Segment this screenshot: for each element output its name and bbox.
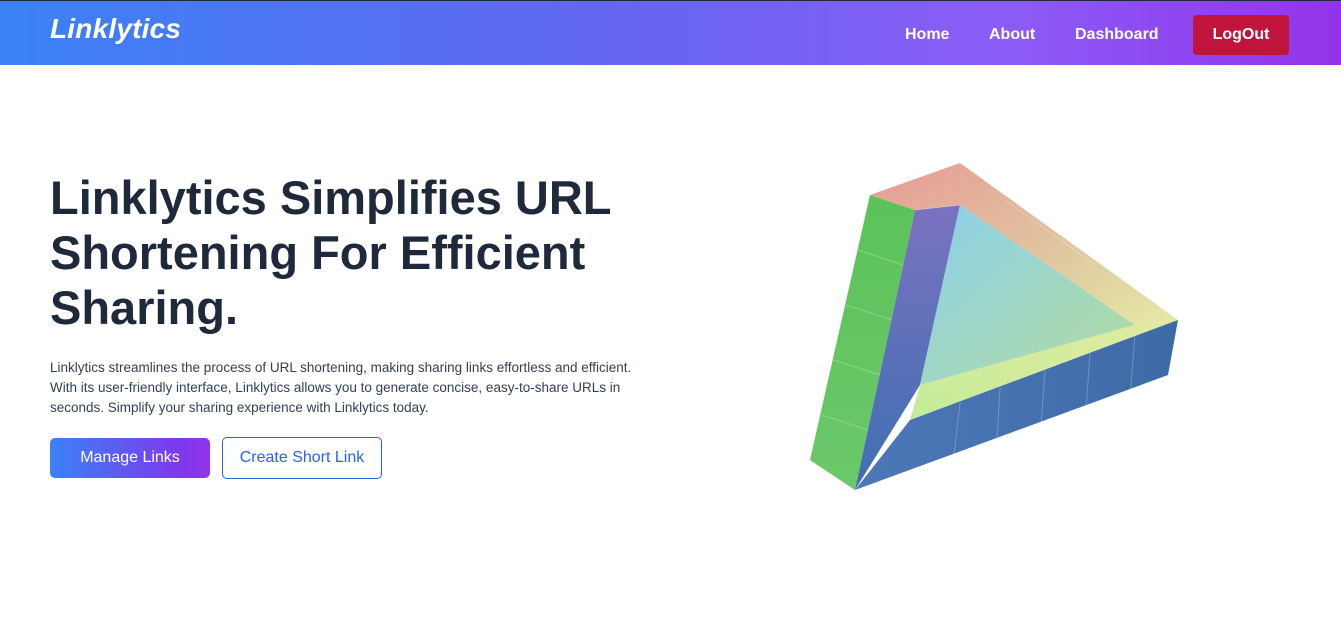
brand-logo[interactable]: Linklytics xyxy=(50,13,181,45)
nav-link-about[interactable]: About xyxy=(989,26,1035,44)
hero-description: Linklytics streamlines the process of UR… xyxy=(50,360,632,415)
manage-links-button[interactable]: Manage Links xyxy=(50,438,210,478)
nav-link-home[interactable]: Home xyxy=(905,26,949,44)
nav-link-dashboard[interactable]: Dashboard xyxy=(1075,26,1159,44)
top-navbar: Linklytics Home About Dashboard LogOut xyxy=(0,0,1341,65)
logout-button[interactable]: LogOut xyxy=(1193,15,1289,55)
hero-title: Linklytics Simplifies URL Shortening For… xyxy=(50,171,611,334)
impossible-triangle-illustration xyxy=(810,163,1178,490)
create-short-link-button[interactable]: Create Short Link xyxy=(222,437,382,479)
